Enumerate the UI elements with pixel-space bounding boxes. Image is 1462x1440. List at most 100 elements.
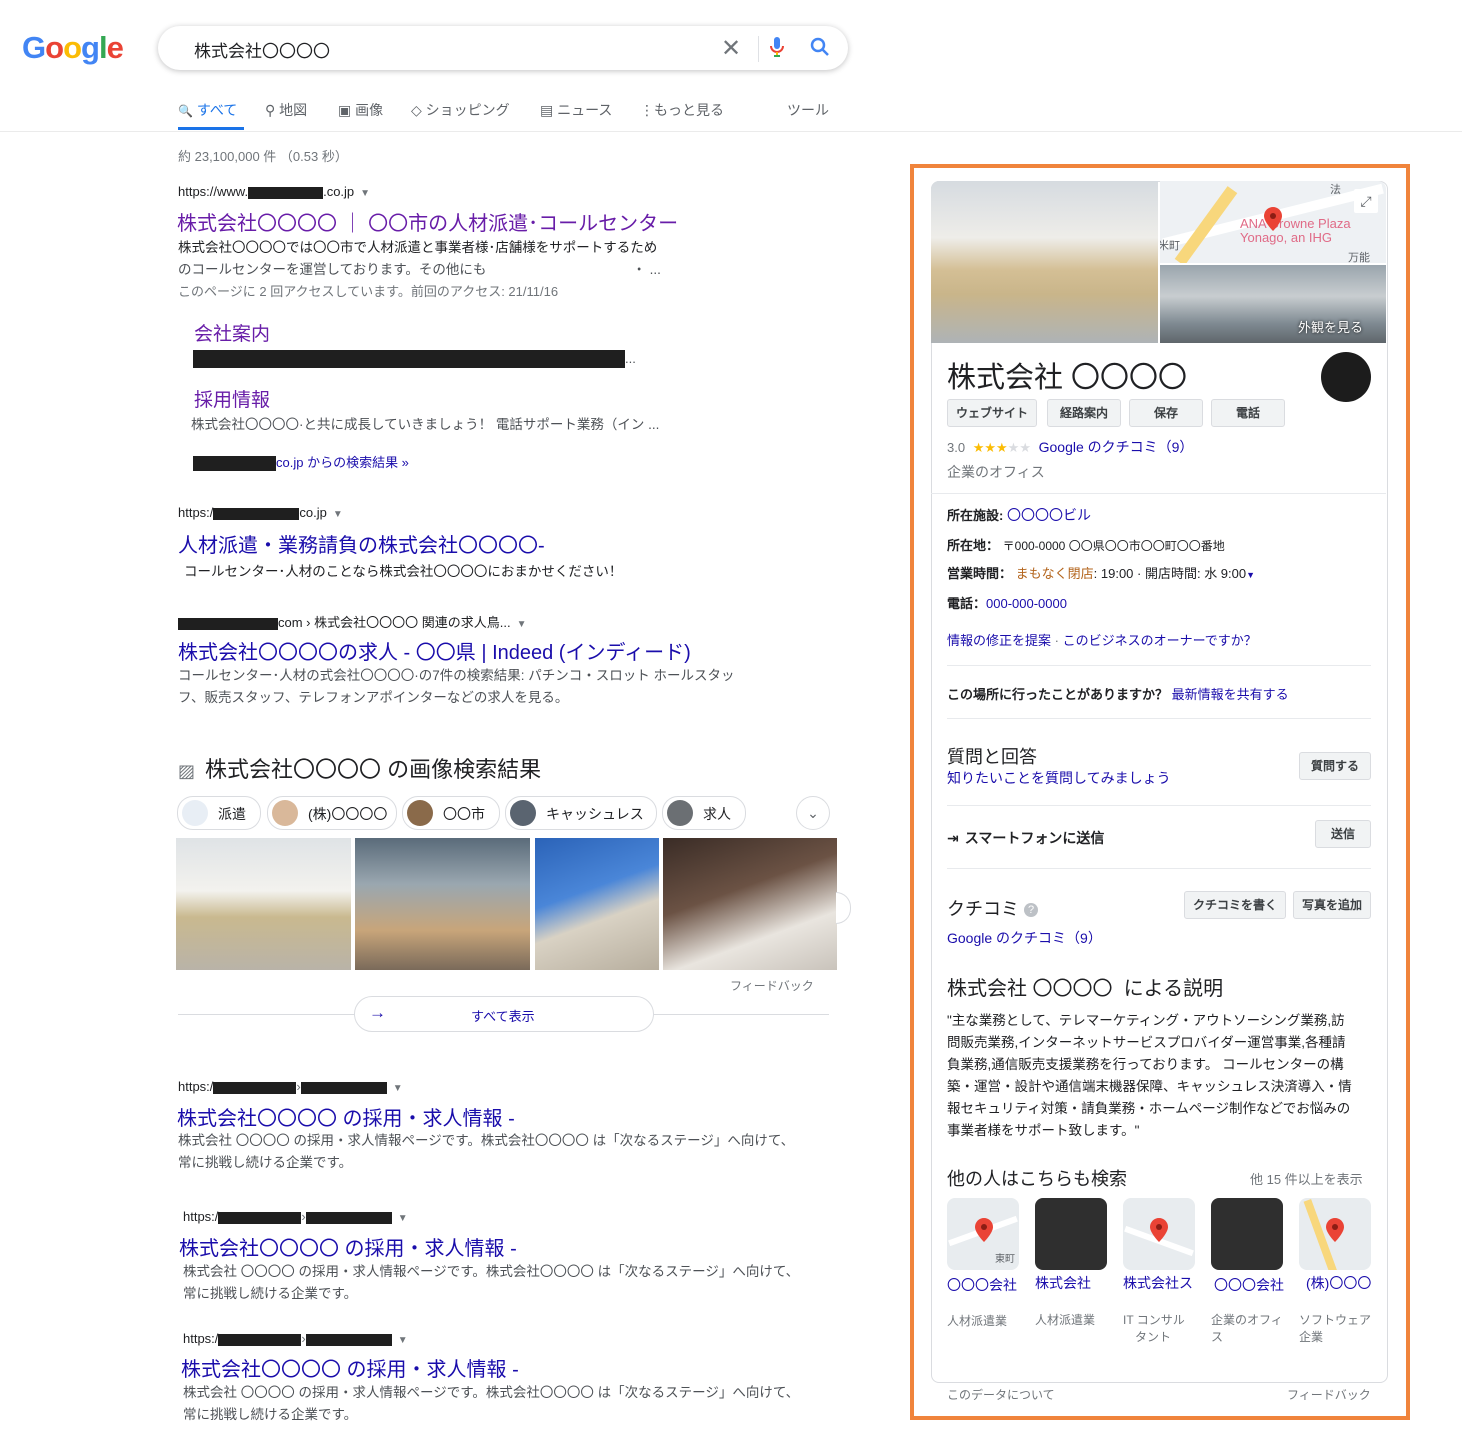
related-entity-map[interactable]: 東町 bbox=[947, 1198, 1019, 1270]
write-review-button[interactable]: クチコミを書く bbox=[1184, 891, 1286, 919]
star-filled-icon: ★ bbox=[984, 440, 997, 455]
phone-link[interactable]: 000-000-0000 bbox=[986, 596, 1067, 611]
result-title[interactable]: 株式会社〇〇〇〇 の採用・求人情報 - bbox=[177, 1102, 515, 1131]
image-chip[interactable]: 求人 bbox=[662, 796, 746, 830]
image-chip[interactable]: キャッシュレス bbox=[505, 796, 657, 830]
caret-down-icon[interactable]: ▼ bbox=[1246, 570, 1255, 580]
image-thumbnail[interactable] bbox=[176, 838, 351, 970]
clear-icon[interactable]: ✕ bbox=[721, 34, 741, 63]
ask-question-button[interactable]: 質問する bbox=[1299, 752, 1371, 780]
expand-icon[interactable]: ⤢ bbox=[1354, 189, 1378, 213]
related-entity-name[interactable]: 〇〇〇会社 bbox=[1214, 1275, 1284, 1295]
hours-row[interactable]: 営業時間： まもなく閉店: 19:00 · 開店時間: 水 9:00▼ bbox=[947, 563, 1255, 582]
result-title[interactable]: 人材派遣・業務請負の株式会社〇〇〇〇- bbox=[178, 529, 545, 558]
image-chip[interactable]: 〇〇市 bbox=[402, 796, 500, 830]
visited-question: この場所に行ったことがありますか？ bbox=[947, 687, 1169, 702]
image-chip[interactable]: (株)〇〇〇〇 bbox=[267, 796, 397, 830]
sitelink-company[interactable]: 会社案内 bbox=[194, 319, 270, 346]
chevron-down-icon[interactable]: ▼ bbox=[333, 509, 343, 520]
related-entity-map[interactable] bbox=[1299, 1198, 1371, 1270]
save-button[interactable]: 保存 bbox=[1129, 399, 1203, 427]
reviews-link-text: Google のクチコミ（9） bbox=[947, 930, 1102, 946]
result-url[interactable]: https://www. .co.jp ▼ bbox=[178, 184, 370, 199]
result-title[interactable]: 株式会社〇〇〇〇 の採用・求人情報 - bbox=[179, 1232, 517, 1261]
google-logo[interactable]: Google bbox=[22, 30, 124, 66]
related-entity-name[interactable]: 〇〇〇会社 bbox=[947, 1275, 1017, 1295]
owner-link[interactable]: このビジネスのオーナーですか？ bbox=[1063, 633, 1257, 648]
add-photo-button[interactable]: 写真を追加 bbox=[1293, 891, 1371, 919]
feedback-link[interactable]: フィードバック bbox=[730, 977, 814, 994]
image-thumbnail[interactable] bbox=[663, 838, 837, 970]
map-thumbnail[interactable]: 米町 万能 法 ANA Crowne Plaza Yonago, an IHG … bbox=[1160, 181, 1386, 263]
reviews-title: クチコミ ? bbox=[947, 895, 1039, 921]
more-results-link[interactable]: co.jp からの検索結果 » bbox=[193, 452, 409, 472]
tab-maps[interactable]: ⚲ 地図 bbox=[265, 100, 307, 120]
result-title[interactable]: 株式会社〇〇〇〇の求人 - 〇〇県 | Indeed (インディード) bbox=[178, 636, 691, 665]
result-url[interactable]: https:/› ▼ bbox=[178, 1079, 403, 1094]
chevron-down-icon[interactable]: ⌄ bbox=[796, 796, 830, 830]
chip-label: 派遣 bbox=[218, 806, 246, 822]
tab-news[interactable]: ▤ ニュース bbox=[540, 100, 612, 120]
url-prefix: https:/ bbox=[183, 1331, 219, 1346]
star-empty-icon: ★ bbox=[1007, 440, 1020, 455]
suggest-edit-link[interactable]: 情報の修正を提案 bbox=[947, 633, 1051, 648]
map-street-label: 東町 bbox=[995, 1254, 1015, 1265]
image-thumbnail[interactable] bbox=[355, 838, 530, 970]
exterior-photo[interactable]: 外観を見る bbox=[1160, 265, 1386, 343]
next-images-button[interactable] bbox=[836, 892, 851, 924]
category-line: IT コンサル bbox=[1123, 1313, 1185, 1327]
related-entity-thumbnail[interactable] bbox=[1211, 1198, 1283, 1270]
show-all-images-button[interactable]: → すべて表示 bbox=[354, 996, 654, 1032]
business-photo[interactable] bbox=[931, 181, 1158, 343]
image-icon: ▣ bbox=[338, 102, 352, 118]
view-more-link[interactable]: 他 15 件以上を表示 bbox=[1250, 1169, 1363, 1188]
chevron-down-icon[interactable]: ▼ bbox=[393, 1083, 403, 1094]
arrow-right-icon: → bbox=[369, 1003, 386, 1022]
result-url[interactable]: https:/ co.jp ▼ bbox=[178, 505, 343, 520]
about-data-link[interactable]: このデータについて bbox=[947, 1386, 1055, 1403]
tools-button[interactable]: ツール bbox=[787, 100, 829, 120]
search-box[interactable]: 株式会社〇〇〇〇 ✕ bbox=[158, 26, 848, 70]
tab-more[interactable]: ⋮もっと見る bbox=[640, 100, 724, 120]
facility-link[interactable]: 〇〇〇〇ビル bbox=[1007, 507, 1091, 523]
help-icon[interactable]: ? bbox=[1024, 903, 1039, 918]
feedback-link[interactable]: フィードバック bbox=[1287, 1386, 1371, 1403]
result-url[interactable]: com › 株式会社〇〇〇〇 関連の求人鳥... ▼ bbox=[178, 612, 526, 631]
chevron-down-icon[interactable]: ▼ bbox=[398, 1213, 408, 1224]
image-chip[interactable]: 派遣 bbox=[177, 796, 261, 830]
star-rating: ★★★★★ bbox=[973, 440, 1031, 455]
image-thumbnail[interactable] bbox=[535, 838, 659, 970]
button-label: すべて表示 bbox=[471, 1009, 535, 1024]
related-entity-name[interactable]: 株式会社ス bbox=[1123, 1273, 1193, 1293]
related-entity-map[interactable] bbox=[1123, 1198, 1195, 1270]
chevron-down-icon[interactable]: ▼ bbox=[517, 619, 527, 630]
search-icon[interactable] bbox=[810, 37, 830, 62]
reviews-link[interactable]: Google のクチコミ（9） bbox=[1039, 439, 1194, 455]
hours-status: まもなく閉店 bbox=[1015, 566, 1094, 581]
chevron-down-icon[interactable]: ▼ bbox=[360, 188, 370, 199]
result-title[interactable]: 株式会社〇〇〇〇 の採用・求人情報 - bbox=[181, 1353, 519, 1382]
send-button[interactable]: 送信 bbox=[1315, 820, 1371, 848]
share-update-link[interactable]: 最新情報を共有する bbox=[1172, 687, 1289, 702]
call-button[interactable]: 電話 bbox=[1211, 399, 1285, 427]
result-title[interactable]: 株式会社〇〇〇〇 ｜ 〇〇市の人材派遣･コールセンター bbox=[177, 207, 678, 236]
search-input[interactable]: 株式会社〇〇〇〇 bbox=[194, 37, 330, 62]
reviews-link[interactable]: Google のクチコミ（9） bbox=[947, 928, 1102, 948]
tab-images[interactable]: ▣ 画像 bbox=[338, 100, 383, 120]
related-entity-name[interactable]: 株式会社 bbox=[1035, 1273, 1091, 1293]
directions-button[interactable]: 経路案内 bbox=[1047, 399, 1121, 427]
related-entity-thumbnail[interactable] bbox=[1035, 1198, 1107, 1270]
result-snippet: 株式会社 〇〇〇〇 の採用・求人情報ページです。株式会社〇〇〇〇 は「次なるステ… bbox=[178, 1133, 795, 1148]
tab-shopping[interactable]: ◇ ショッピング bbox=[411, 100, 510, 120]
result-url[interactable]: https:/› ▼ bbox=[183, 1209, 408, 1224]
send-to-phone-row[interactable]: ⇥ スマートフォンに送信 bbox=[947, 828, 1104, 848]
result-url[interactable]: https:/› ▼ bbox=[183, 1331, 408, 1346]
related-entity-name[interactable]: (株)〇〇〇 bbox=[1306, 1273, 1371, 1293]
tab-all[interactable]: 🔍 すべて bbox=[178, 100, 237, 120]
qa-subtitle[interactable]: 知りたいことを質問してみましょう bbox=[947, 768, 1171, 788]
result-snippet: フ、販売スタッフ、テレフォンアポインターなどの求人を見る。 bbox=[178, 690, 569, 705]
website-button[interactable]: ウェブサイト bbox=[947, 399, 1037, 427]
sitelink-recruit[interactable]: 採用情報 bbox=[194, 385, 270, 412]
microphone-icon[interactable] bbox=[770, 36, 784, 63]
chevron-down-icon[interactable]: ▼ bbox=[398, 1335, 408, 1346]
